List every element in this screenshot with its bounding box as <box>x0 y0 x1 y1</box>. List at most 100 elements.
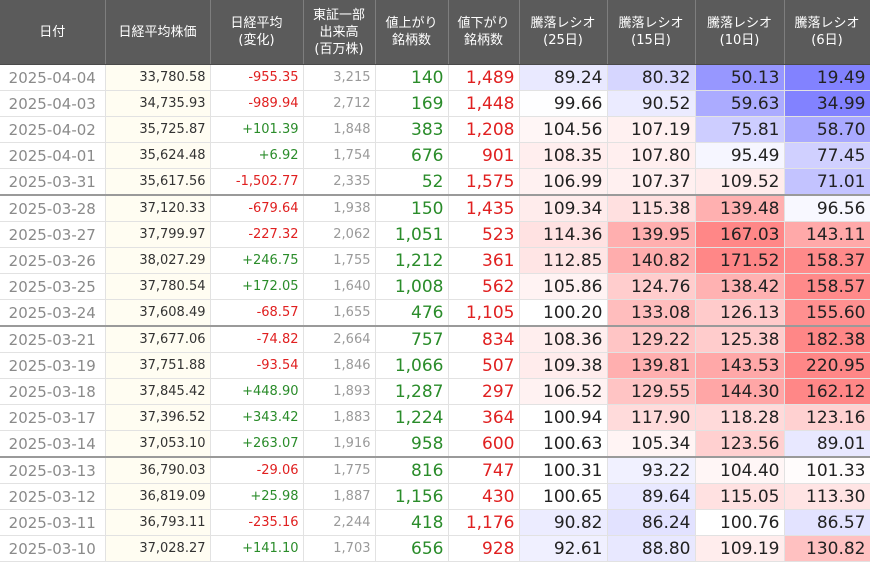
cell-nikkei-change: -955.35 <box>210 64 304 91</box>
cell-ratio-25: 100.65 <box>519 483 608 510</box>
cell-nikkei-price: 37,845.42 <box>105 378 211 405</box>
cell-nikkei-change: +6.92 <box>210 142 304 169</box>
cell-ratio-25: 89.24 <box>519 64 608 91</box>
header-ratio-6: 騰落レシオ (6日) <box>784 0 870 65</box>
cell-date: 2025-03-28 <box>0 195 106 222</box>
table-row: 2025-03-21 37,677.06 -74.82 2,664 757 834 108.… <box>0 326 870 353</box>
table-row: 2025-03-13 36,790.03 -29.06 1,775 816 747 100.… <box>0 457 870 484</box>
cell-decliners: 297 <box>448 378 520 405</box>
cell-nikkei-change: +172.05 <box>210 273 304 300</box>
cell-advancers: 52 <box>375 168 449 196</box>
table-row: 2025-04-03 34,735.93 -989.94 2,712 169 1,448 9… <box>0 90 870 117</box>
cell-ratio-15: 129.55 <box>607 378 696 405</box>
cell-date: 2025-03-24 <box>0 299 106 327</box>
cell-ratio-15: 107.80 <box>607 142 696 169</box>
table-row: 2025-04-02 35,725.87 +101.39 1,848 383 1,208 1… <box>0 116 870 143</box>
cell-nikkei-change: -227.32 <box>210 221 304 248</box>
cell-date: 2025-03-18 <box>0 378 106 405</box>
cell-nikkei-price: 37,677.06 <box>105 326 211 353</box>
cell-ratio-10: 75.81 <box>695 116 785 143</box>
header-decliners: 値下がり 銘柄数 <box>448 0 520 65</box>
cell-ratio-25: 108.35 <box>519 142 608 169</box>
cell-nikkei-price: 36,819.09 <box>105 483 211 510</box>
header-label: 銘柄数 <box>463 33 503 48</box>
cell-advancers: 476 <box>375 299 449 327</box>
header-label: (6日) <box>811 33 843 48</box>
header-ratio-10: 騰落レシオ (10日) <box>695 0 785 65</box>
cell-ratio-25: 106.99 <box>519 168 608 196</box>
cell-decliners: 1,575 <box>448 168 520 196</box>
cell-date: 2025-03-25 <box>0 273 106 300</box>
cell-nikkei-change: +25.98 <box>210 483 304 510</box>
cell-advancers: 757 <box>375 326 449 353</box>
cell-decliners: 507 <box>448 352 520 379</box>
market-breadth-table: 日付 日経平均株価 日経平均 (変化) 東証一部 出来高 (百万株) 値上がり 銘柄数 値下がり銘… <box>0 0 870 562</box>
cell-volume: 2,062 <box>303 221 376 248</box>
cell-decliners: 834 <box>448 326 520 353</box>
cell-ratio-15: 139.81 <box>607 352 696 379</box>
cell-decliners: 361 <box>448 247 520 274</box>
cell-ratio-10: 123.56 <box>695 430 785 458</box>
cell-ratio-6: 34.99 <box>784 90 870 117</box>
cell-date: 2025-03-12 <box>0 483 106 510</box>
cell-ratio-6: 77.45 <box>784 142 870 169</box>
cell-ratio-6: 158.37 <box>784 247 870 274</box>
table-row: 2025-04-01 35,624.48 +6.92 1,754 676 901 108.3… <box>0 142 870 169</box>
table-row: 2025-03-31 35,617.56 -1,502.77 2,335 52 1,575… <box>0 168 870 196</box>
cell-decliners: 1,176 <box>448 509 520 536</box>
cell-ratio-10: 109.52 <box>695 168 785 196</box>
table-row: 2025-03-28 37,120.33 -679.64 1,938 150 1,435 1… <box>0 195 870 222</box>
cell-ratio-25: 108.36 <box>519 326 608 353</box>
cell-ratio-10: 138.42 <box>695 273 785 300</box>
cell-ratio-10: 143.53 <box>695 352 785 379</box>
table-row: 2025-03-26 38,027.29 +246.75 1,755 1,212 361 1… <box>0 247 870 274</box>
table-row: 2025-03-27 37,799.97 -227.32 2,062 1,051 523 1… <box>0 221 870 248</box>
header-label: 値上がり <box>385 16 438 31</box>
header-label: 騰落レシオ <box>530 16 596 31</box>
cell-nikkei-change: -1,502.77 <box>210 168 304 196</box>
header-label: (百万株) <box>314 41 364 57</box>
header-label: (10日) <box>719 33 760 48</box>
header-label: (変化) <box>238 33 275 48</box>
cell-ratio-6: 19.49 <box>784 64 870 91</box>
cell-ratio-10: 125.38 <box>695 326 785 353</box>
cell-nikkei-price: 37,120.33 <box>105 195 211 222</box>
cell-advancers: 1,066 <box>375 352 449 379</box>
cell-volume: 2,335 <box>303 168 376 196</box>
table-row: 2025-03-14 37,053.10 +263.07 1,916 958 600 100… <box>0 430 870 458</box>
cell-ratio-10: 50.13 <box>695 64 785 91</box>
cell-ratio-6: 113.30 <box>784 483 870 510</box>
cell-nikkei-price: 35,725.87 <box>105 116 211 143</box>
cell-nikkei-price: 35,624.48 <box>105 142 211 169</box>
cell-ratio-15: 93.22 <box>607 457 696 484</box>
cell-ratio-25: 109.34 <box>519 195 608 222</box>
cell-advancers: 1,287 <box>375 378 449 405</box>
cell-nikkei-price: 35,617.56 <box>105 168 211 196</box>
cell-ratio-25: 105.86 <box>519 273 608 300</box>
cell-decliners: 747 <box>448 457 520 484</box>
cell-volume: 1,938 <box>303 195 376 222</box>
cell-ratio-15: 89.64 <box>607 483 696 510</box>
cell-advancers: 1,212 <box>375 247 449 274</box>
cell-nikkei-price: 37,799.97 <box>105 221 211 248</box>
cell-volume: 1,893 <box>303 378 376 405</box>
cell-decliners: 1,105 <box>448 299 520 327</box>
cell-ratio-6: 220.95 <box>784 352 870 379</box>
cell-ratio-10: 126.13 <box>695 299 785 327</box>
cell-ratio-25: 112.85 <box>519 247 608 274</box>
header-volume: 東証一部 出来高 (百万株) <box>303 0 376 65</box>
cell-ratio-6: 86.57 <box>784 509 870 536</box>
cell-ratio-6: 123.16 <box>784 404 870 431</box>
cell-ratio-10: 139.48 <box>695 195 785 222</box>
cell-date: 2025-03-19 <box>0 352 106 379</box>
cell-decliners: 562 <box>448 273 520 300</box>
cell-date: 2025-03-13 <box>0 457 106 484</box>
cell-ratio-15: 133.08 <box>607 299 696 327</box>
header-label: 日経平均株価 <box>118 24 197 40</box>
cell-decliners: 1,489 <box>448 64 520 91</box>
cell-nikkei-price: 37,396.52 <box>105 404 211 431</box>
header-label: 銘柄数 <box>391 33 431 48</box>
cell-ratio-10: 104.40 <box>695 457 785 484</box>
cell-nikkei-change: +246.75 <box>210 247 304 274</box>
header-ratio-25: 騰落レシオ (25日) <box>519 0 608 65</box>
